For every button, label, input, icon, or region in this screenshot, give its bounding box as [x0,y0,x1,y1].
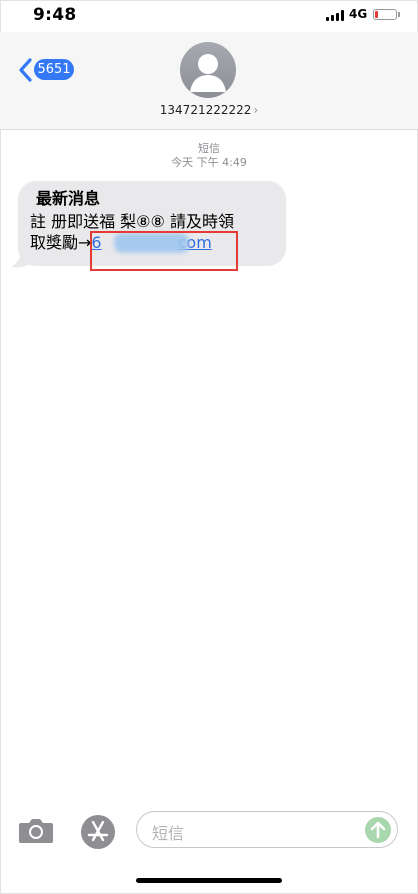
avatar-icon[interactable] [180,42,236,98]
status-bar: 9:48 4G [0,0,418,32]
status-time: 9:48 [33,5,77,25]
back-chevron-icon [19,58,32,82]
message-meta: 短信 今天 下午 4:49 [0,142,418,170]
camera-icon[interactable] [18,815,54,845]
send-button[interactable] [365,817,391,843]
app-store-icon[interactable] [79,813,117,851]
message-title: 最新消息 [36,189,101,208]
service-label: 短信 [198,142,220,155]
message-timestamp: 今天 下午 4:49 [171,156,247,169]
home-indicator [136,878,282,883]
message-line1: 註 册即送福 梨⑧⑧ 請及時領 [30,212,234,231]
message-line2: 取獎勵→ [30,233,92,252]
highlight-box [90,231,238,271]
message-input[interactable]: 短信 [136,811,398,848]
contact-name[interactable]: 134721222222 › [0,103,418,117]
signal-icon [326,10,344,21]
screen-frame [0,0,418,894]
battery-tip [398,12,400,17]
chevron-right-icon: › [253,103,259,117]
network-label: 4G [349,7,368,21]
send-arrow-icon [370,821,386,839]
conversation-header: 5651 134721222222 › [0,32,418,130]
input-placeholder: 短信 [152,824,185,843]
battery-icon [373,9,397,20]
back-badge: 5651 [34,59,74,80]
contact-number: 134721222222 [159,103,252,117]
back-button[interactable]: 5651 [16,56,78,84]
